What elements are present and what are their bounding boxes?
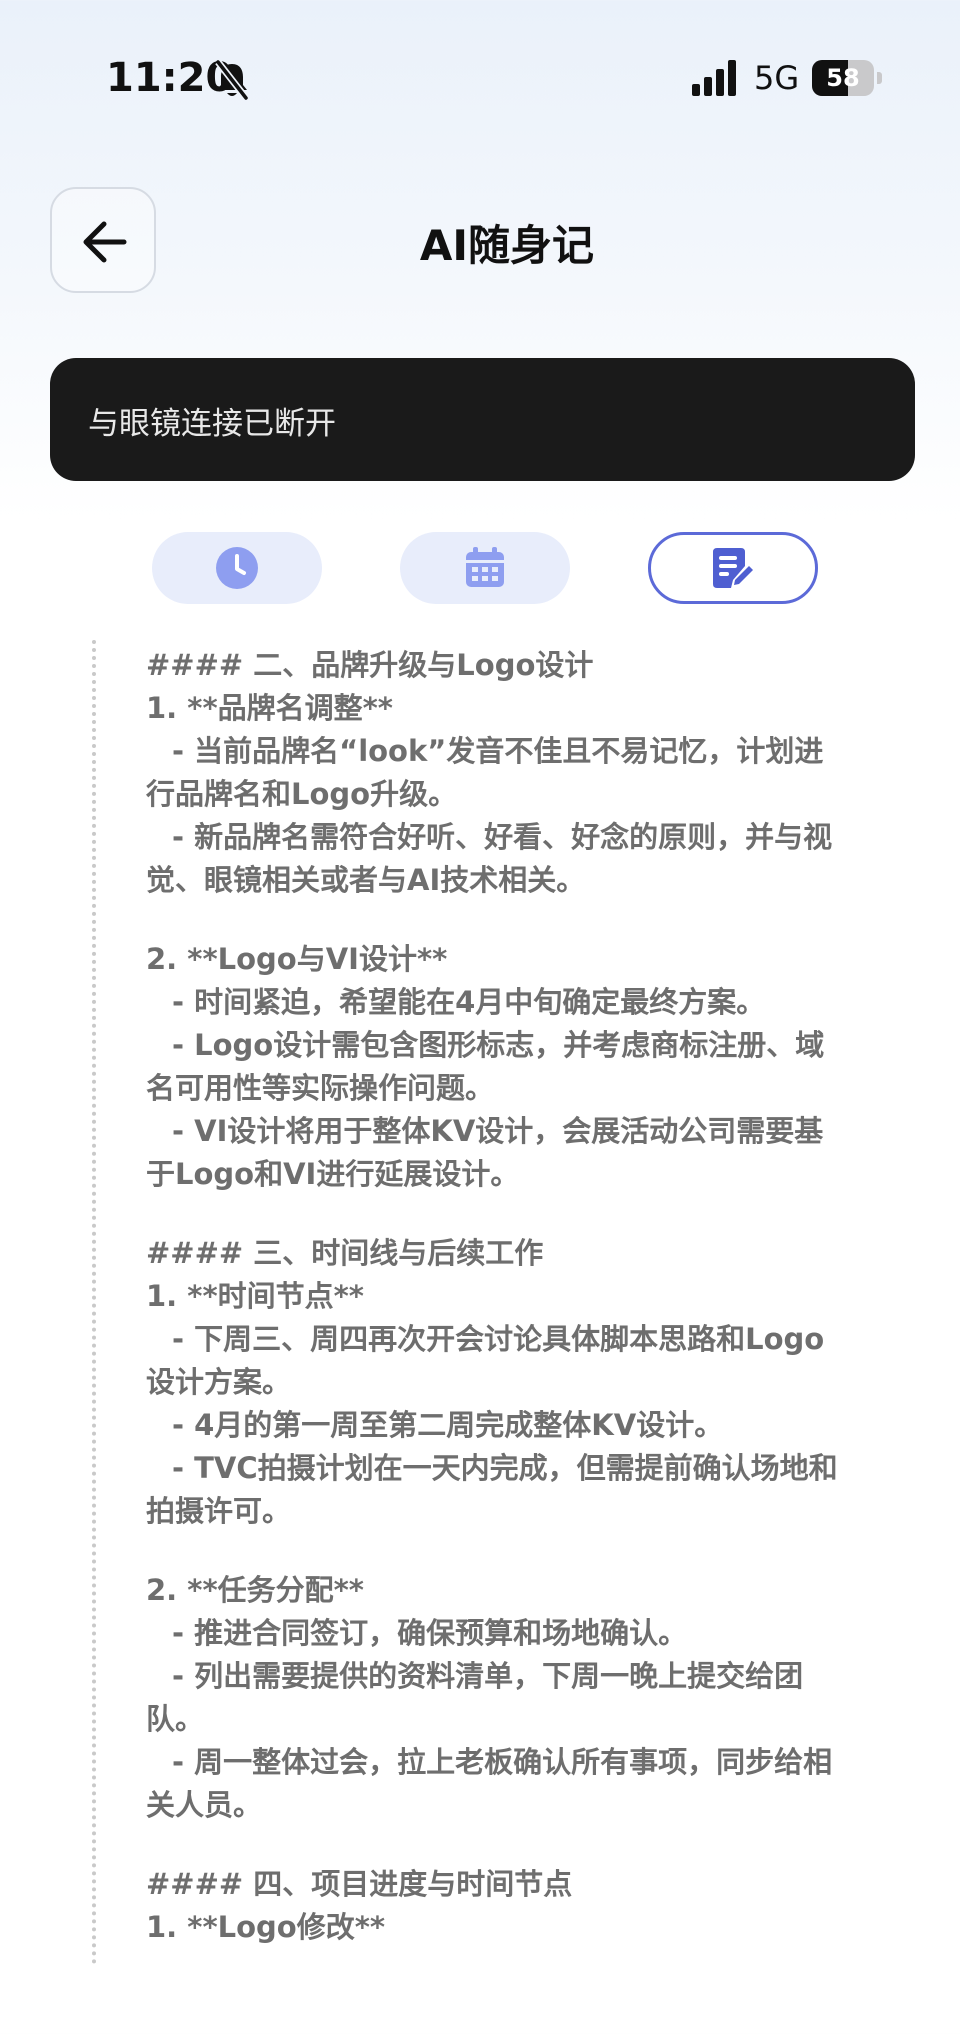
tab-notes[interactable] (648, 532, 818, 604)
note-line: #### 三、时间线与后续工作 (146, 1236, 544, 1270)
note-line: #### 二、品牌升级与Logo设计 (146, 648, 594, 682)
note-line: 关人员。 (146, 1788, 263, 1822)
note-line: 队。 (146, 1702, 205, 1736)
timeline-divider (92, 640, 96, 1965)
note-line: - TVC拍摄计划在一天内完成，但需提前确认场地和 (172, 1451, 838, 1485)
note-line: - Logo设计需包含图形标志，并考虑商标注册、域 (172, 1028, 825, 1062)
note-line: 1. **时间节点** (146, 1279, 364, 1313)
tab-history[interactable] (152, 532, 322, 604)
note-line: 设计方案。 (146, 1365, 292, 1399)
cellular-signal-icon (692, 60, 738, 96)
note-line: - 下周三、周四再次开会讨论具体脚本思路和Logo (172, 1322, 825, 1356)
note-line: - 时间紧迫，希望能在4月中旬确定最终方案。 (172, 985, 766, 1019)
note-line: 拍摄许可。 (146, 1494, 292, 1528)
connection-status-text: 与眼镜连接已断开 (88, 406, 336, 442)
tab-calendar[interactable] (400, 532, 570, 604)
battery-percentage: 58 (826, 64, 860, 92)
note-line: - 列出需要提供的资料清单，下周一晚上提交给团 (172, 1659, 804, 1693)
note-line: #### 四、项目进度与时间节点 (146, 1867, 573, 1901)
note-line: 行品牌名和Logo升级。 (146, 777, 458, 811)
notes-lines: #### 二、品牌升级与Logo设计 1. **品牌名调整** - 当前品牌名“… (146, 644, 876, 1949)
note-line: 名可用性等实际操作问题。 (146, 1071, 495, 1105)
note-line: 于Logo和VI进行延展设计。 (146, 1157, 520, 1191)
calendar-icon (466, 547, 504, 587)
note-line: - 当前品牌名“look”发音不佳且不易记忆，计划进 (172, 734, 824, 768)
page-title: AI随身记 (419, 221, 595, 270)
note-line: - 推进合同签订，确保预算和场地确认。 (172, 1616, 688, 1650)
note-line: - VI设计将用于整体KV设计，会展活动公司需要基 (172, 1114, 824, 1148)
note-line: 2. **Logo与VI设计** (146, 942, 448, 976)
note-line: 1. **Logo修改** (146, 1910, 386, 1944)
note-line: 觉、眼镜相关或者与AI技术相关。 (146, 863, 586, 897)
meeting-notes: #### 二、品牌升级与Logo设计 1. **品牌名调整** - 当前品牌名“… (146, 644, 876, 1962)
note-line: - 新品牌名需符合好听、好看、好念的原则，并与视 (172, 820, 833, 854)
note-line: 1. **品牌名调整** (146, 691, 393, 725)
note-line: - 4月的第一周至第二周完成整体KV设计。 (172, 1408, 724, 1442)
connection-status-banner: 与眼镜连接已断开 (50, 358, 915, 481)
note-line: - 周一整体过会，拉上老板确认所有事项，同步给相 (172, 1745, 833, 1779)
clock-icon (216, 547, 258, 589)
notes-edit-icon (713, 548, 753, 588)
bell-muted-icon (212, 58, 252, 102)
status-bar: 11:20 5G 58 (0, 0, 960, 160)
network-type: 5G (754, 59, 800, 97)
note-line: 2. **任务分配** (146, 1573, 364, 1607)
battery-icon: 58 (812, 60, 882, 96)
